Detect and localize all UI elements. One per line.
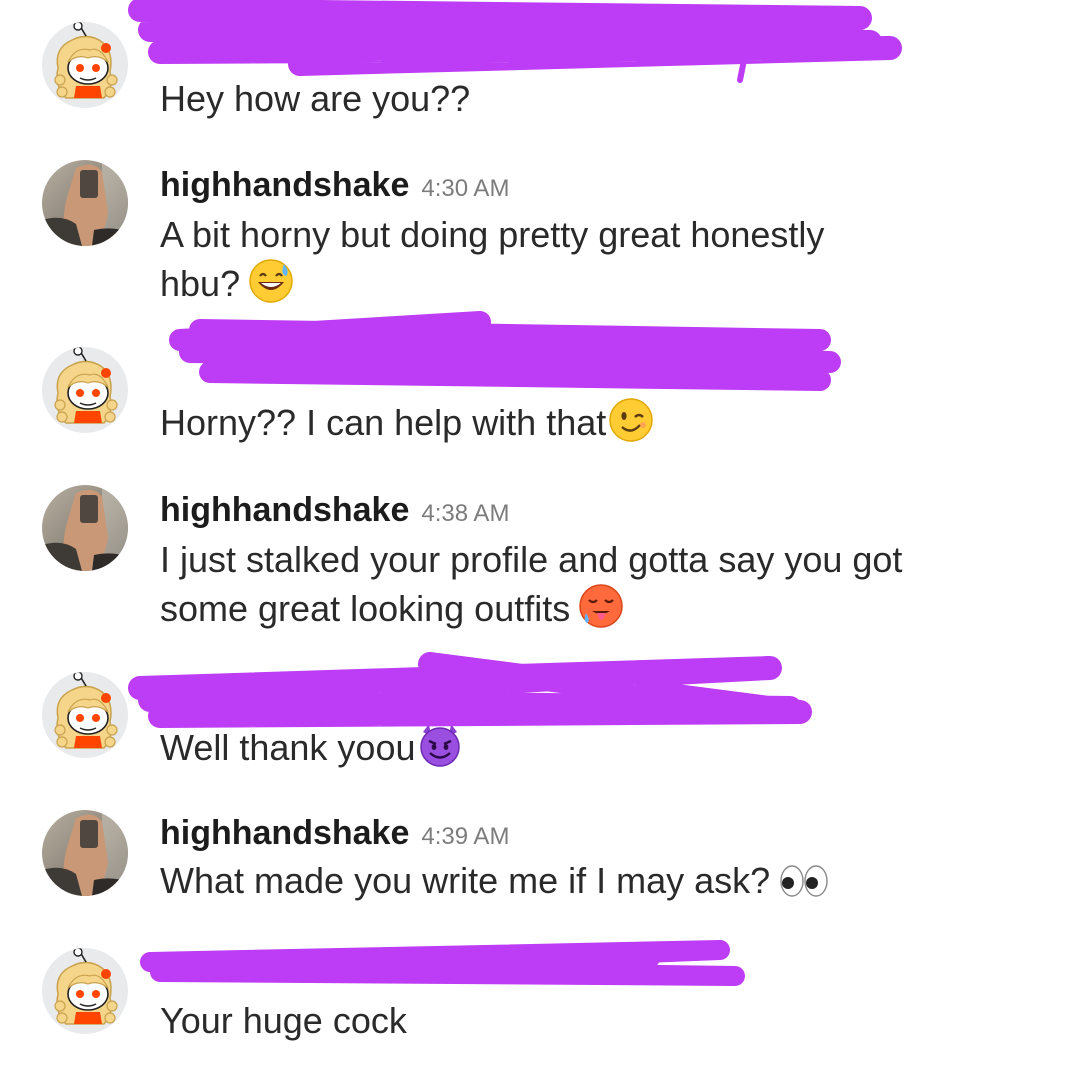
message-7: Your huge cock <box>0 930 1067 1080</box>
timestamp: 4:39 AM <box>421 823 510 850</box>
message-text: What made you write me if I may ask? <box>160 858 830 904</box>
snoo-girl-avatar-icon <box>42 22 128 108</box>
message-1: Hey how are you?? <box>0 0 1067 130</box>
message-2: highhandshake 4:30 AM A bit horny but doi… <box>0 150 1067 310</box>
message-text-line-2: hbu? <box>160 258 294 307</box>
message-text: Hey how are you?? <box>160 78 471 119</box>
username[interactable]: highhandshake 4:38 AM <box>160 491 509 530</box>
message-text-line-2: some great looking outfits <box>160 583 624 632</box>
message-3: Horny?? I can help with that <box>0 325 1067 465</box>
message-4: highhandshake 4:38 AM I just stalked your… <box>0 475 1067 645</box>
snoo-girl-avatar-icon <box>42 948 128 1034</box>
message-text-line-2-label: hbu? <box>160 263 241 304</box>
avatar[interactable] <box>42 485 128 571</box>
avatar[interactable] <box>42 810 128 896</box>
user-photo-avatar-icon <box>42 485 128 571</box>
winking-face-emoji-icon <box>609 398 654 442</box>
avatar[interactable] <box>42 672 128 758</box>
message-text-label: What made you write me if I may ask? <box>160 860 771 901</box>
snoo-girl-avatar-icon <box>42 672 128 758</box>
message-text-line-1: I just stalked your profile and gotta sa… <box>160 539 903 580</box>
username-label: highhandshake <box>160 491 410 529</box>
snoo-girl-avatar-icon <box>42 347 128 433</box>
message-6: highhandshake 4:39 AM What made you write… <box>0 800 1067 930</box>
timestamp: 4:30 AM <box>421 175 510 202</box>
message-text-label: Well thank yoou <box>160 727 416 768</box>
smiling-devil-emoji-icon <box>420 724 461 767</box>
message-text: Your huge cock <box>160 1000 407 1041</box>
message-text: Horny?? I can help with that <box>160 397 654 446</box>
avatar[interactable] <box>42 160 128 246</box>
eyes-emoji-icon <box>780 865 828 897</box>
avatar[interactable] <box>42 948 128 1034</box>
avatar[interactable] <box>42 347 128 433</box>
username[interactable]: highhandshake 4:30 AM <box>160 166 509 205</box>
user-photo-avatar-icon <box>42 160 128 246</box>
message-text-line-1: A bit horny but doing pretty great hones… <box>160 214 825 255</box>
user-photo-avatar-icon <box>42 810 128 896</box>
username[interactable]: highhandshake 4:39 AM <box>160 814 509 853</box>
message-text-line-2-label: some great looking outfits <box>160 588 571 629</box>
timestamp: 4:38 AM <box>421 500 510 527</box>
message-5: Well thank yoou <box>0 650 1067 790</box>
grinning-sweat-emoji-icon <box>249 259 293 303</box>
username-label: highhandshake <box>160 814 410 852</box>
username-label: highhandshake <box>160 166 410 204</box>
message-text: Well thank yoou <box>160 722 463 771</box>
message-text-label: Horny?? I can help with that <box>160 402 607 443</box>
hot-face-emoji-icon <box>579 584 623 628</box>
avatar[interactable] <box>42 22 128 108</box>
